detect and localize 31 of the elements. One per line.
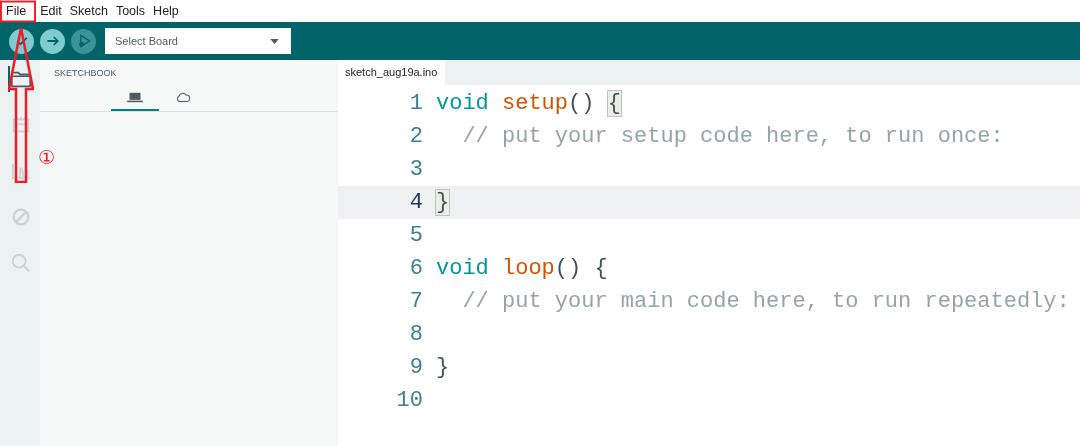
line-number: 1 — [408, 91, 424, 116]
board-select[interactable]: Select Board — [105, 28, 291, 54]
line-number: 4 — [408, 190, 424, 215]
line-number: 9 — [408, 355, 424, 380]
code-line: void loop() { — [436, 256, 608, 281]
upload-button[interactable] — [40, 28, 65, 54]
highlight-box — [0, 0, 36, 23]
line-number: 6 — [408, 256, 424, 281]
code-line: void setup() { — [436, 91, 621, 116]
step-number: ① — [38, 146, 56, 168]
menu-item[interactable]: Sketch — [65, 4, 112, 18]
cloud-icon — [175, 92, 191, 103]
editor-tab[interactable]: sketch_aug19a.ino — [338, 60, 446, 85]
sidebar-title: SKETCHBOOK — [53, 67, 118, 78]
folder-icon[interactable] — [8, 66, 32, 92]
line-number: 3 — [408, 157, 424, 182]
code-line: // put your main code here, to run repeatedly: — [461, 289, 1070, 314]
arrow-right-icon — [44, 33, 61, 49]
code-line: // put your setup code here, to run once: — [461, 124, 1004, 149]
line-number: 7 — [408, 289, 424, 314]
dropdown-caret-icon — [270, 38, 279, 44]
line-number: 10 — [395, 388, 424, 413]
code-line: } — [436, 355, 450, 380]
menu-item[interactable]: Tools — [111, 4, 150, 18]
menu-item[interactable]: Help — [149, 4, 183, 18]
debug-button[interactable] — [71, 28, 96, 54]
line-number: 5 — [408, 223, 424, 248]
menu-item[interactable]: Edit — [36, 4, 66, 18]
laptop-icon — [127, 92, 143, 103]
line-number: 2 — [408, 124, 424, 149]
line-number: 8 — [408, 322, 424, 347]
